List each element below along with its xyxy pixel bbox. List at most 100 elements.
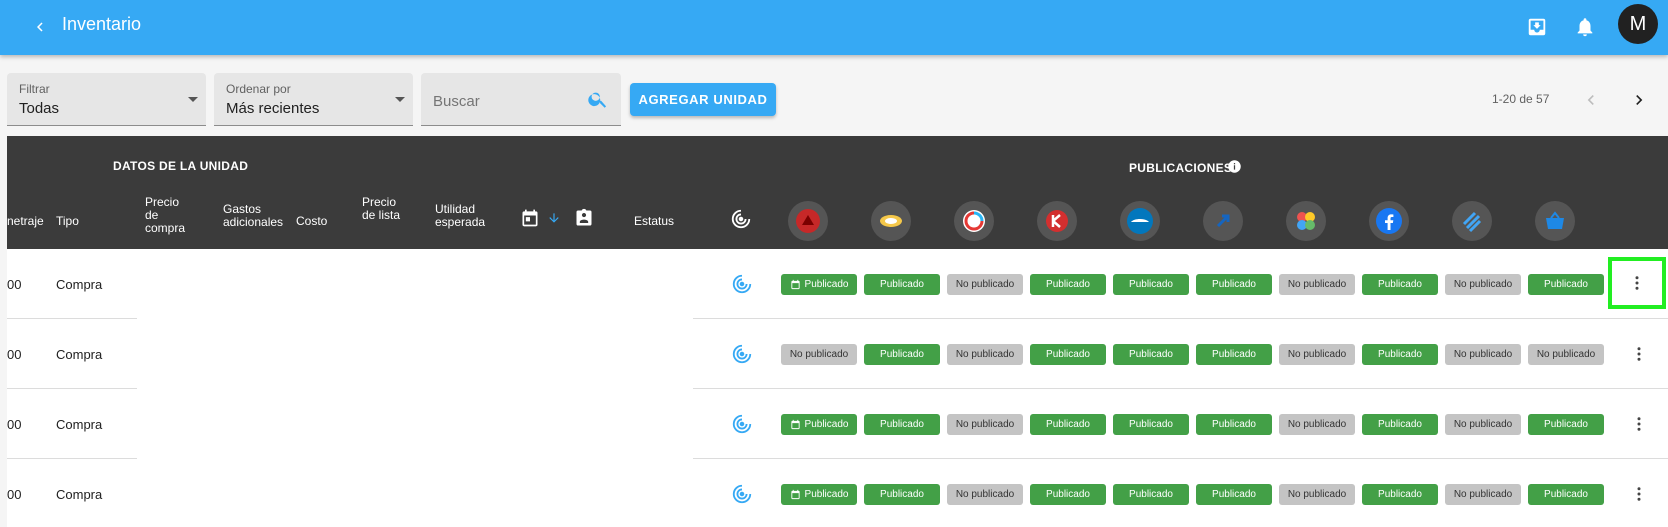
chip-label: Publicado — [1544, 419, 1588, 430]
publication-status-chip[interactable]: Publicado — [864, 274, 940, 295]
publication-status-chip[interactable]: Publicado — [1030, 414, 1106, 435]
publication-status-chip[interactable]: Publicado — [1113, 414, 1189, 435]
facebook-icon[interactable] — [1369, 201, 1409, 241]
publication-status-chip[interactable]: No publicado — [1445, 484, 1521, 505]
publication-status-chip[interactable]: Publicado — [864, 484, 940, 505]
publication-status-chip[interactable]: Publicado — [1030, 274, 1106, 295]
radar-icon[interactable] — [729, 341, 755, 367]
publication-status-chip[interactable]: Publicado — [781, 414, 857, 435]
publication-status-chip[interactable]: No publicado — [947, 344, 1023, 365]
column-cost[interactable]: Costo — [296, 215, 327, 228]
platform-5-icon[interactable] — [1120, 201, 1160, 241]
publication-status-chip[interactable]: Publicado — [1528, 414, 1604, 435]
platform-9-icon[interactable] — [1452, 201, 1492, 241]
publication-status-chip[interactable]: Publicado — [864, 414, 940, 435]
publication-status-chip[interactable]: Publicado — [1362, 414, 1438, 435]
column-type[interactable]: Tipo — [56, 215, 79, 228]
publication-status-chip[interactable]: No publicado — [947, 484, 1023, 505]
radar-icon[interactable] — [729, 271, 755, 297]
filter-select[interactable]: Filtrar Todas — [7, 73, 206, 126]
sort-select[interactable]: Ordenar por Más recientes — [214, 73, 413, 126]
publication-status-chip[interactable]: Publicado — [781, 274, 857, 295]
download-box-icon[interactable] — [1522, 12, 1552, 42]
publication-status-chip[interactable]: Publicado — [1362, 344, 1438, 365]
next-page-icon[interactable] — [1625, 86, 1653, 114]
platform-7-icon[interactable] — [1286, 201, 1326, 241]
column-list-price[interactable]: Precio de lista — [362, 196, 402, 222]
notification-bell-icon[interactable] — [1570, 12, 1600, 42]
chip-label: No publicado — [1536, 349, 1596, 360]
publication-status-chip[interactable]: No publicado — [947, 414, 1023, 435]
contact-card-icon[interactable] — [573, 207, 595, 229]
column-expected-profit[interactable]: Utilidad esperada — [435, 203, 491, 229]
chip-label: Publicado — [1378, 279, 1422, 290]
publication-status-chip[interactable]: No publicado — [1445, 344, 1521, 365]
more-options-icon[interactable] — [1608, 257, 1666, 309]
chip-label: Publicado — [1046, 349, 1090, 360]
chip-label: Publicado — [804, 489, 849, 500]
table-row[interactable]: 00 Compra Publicado Publicado No publicado Pu… — [7, 459, 1668, 527]
chip-label: No publicado — [1287, 419, 1347, 430]
column-purchase-price[interactable]: Precio de compra — [145, 196, 195, 235]
publication-status-chip[interactable]: No publicado — [781, 344, 857, 365]
publication-status-chip[interactable]: Publicado — [1196, 484, 1272, 505]
avatar[interactable]: M — [1618, 4, 1658, 44]
publication-status-chip[interactable]: Publicado — [1030, 344, 1106, 365]
back-arrow-icon[interactable] — [26, 13, 54, 41]
table-row[interactable]: 00 Compra Publicado Publicado No publicado Pu… — [7, 389, 1668, 459]
info-icon[interactable] — [1226, 158, 1242, 174]
publication-status-chip[interactable]: Publicado — [1196, 344, 1272, 365]
publication-status-chip[interactable]: No publicado — [1445, 274, 1521, 295]
publication-status-chip[interactable]: Publicado — [1362, 274, 1438, 295]
search-input[interactable] — [433, 89, 573, 113]
column-mileage[interactable]: netraje — [7, 215, 44, 228]
publication-status-chip[interactable]: Publicado — [864, 344, 940, 365]
publication-status-chip[interactable]: No publicado — [947, 274, 1023, 295]
publication-status-chip[interactable]: No publicado — [1279, 274, 1355, 295]
publication-status-chip[interactable]: Publicado — [1030, 484, 1106, 505]
publication-status-chip[interactable]: Publicado — [1528, 484, 1604, 505]
publication-status-chip[interactable]: Publicado — [1528, 274, 1604, 295]
radar-icon[interactable] — [729, 207, 753, 231]
table-row[interactable]: 00 Compra Publicado Publicado No publicado Pu… — [7, 249, 1668, 319]
prev-page-icon[interactable] — [1577, 86, 1605, 114]
table-row[interactable]: 00 Compra No publicado Publicado No publicad… — [7, 319, 1668, 389]
search-icon[interactable] — [584, 85, 612, 113]
platform-1-icon[interactable] — [788, 201, 828, 241]
publication-status-chip[interactable]: No publicado — [1445, 414, 1521, 435]
publication-status-chip[interactable]: Publicado — [1362, 484, 1438, 505]
publication-status-chip[interactable]: Publicado — [1113, 274, 1189, 295]
more-options-icon[interactable] — [1624, 479, 1654, 509]
publication-status-chip[interactable]: No publicado — [1279, 414, 1355, 435]
platform-2-icon[interactable] — [871, 201, 911, 241]
column-status[interactable]: Estatus — [634, 215, 674, 228]
platform-6-icon[interactable] — [1203, 201, 1243, 241]
cell-mileage: 00 — [7, 487, 22, 502]
radar-icon[interactable] — [729, 411, 755, 437]
dropdown-caret-icon — [395, 97, 405, 102]
publication-status-chip[interactable]: Publicado — [1196, 274, 1272, 295]
column-additional-expenses[interactable]: Gastos adicionales — [223, 203, 285, 229]
calendar-icon[interactable] — [519, 207, 541, 229]
more-options-icon[interactable] — [1624, 339, 1654, 369]
platform-10-icon[interactable] — [1535, 201, 1575, 241]
publication-status-chip[interactable]: Publicado — [1196, 414, 1272, 435]
platform-3-icon[interactable] — [954, 201, 994, 241]
more-options-icon[interactable] — [1624, 409, 1654, 439]
pagination-range: 1-20 de 57 — [1492, 92, 1550, 106]
sort-value: Más recientes — [226, 100, 320, 117]
publication-status-chip[interactable]: Publicado — [1113, 484, 1189, 505]
publication-status-chip[interactable]: No publicado — [1279, 484, 1355, 505]
publication-status-chip[interactable]: No publicado — [1528, 344, 1604, 365]
publication-status-chip[interactable]: No publicado — [1279, 344, 1355, 365]
add-unit-button[interactable]: AGREGAR UNIDAD — [630, 83, 776, 116]
chip-label: Publicado — [1129, 349, 1173, 360]
group-publications: PUBLICACIONES — [1129, 161, 1233, 175]
platform-4-icon[interactable] — [1037, 201, 1077, 241]
radar-icon[interactable] — [729, 481, 755, 507]
publication-status-chip[interactable]: Publicado — [781, 484, 857, 505]
filter-value: Todas — [19, 100, 60, 117]
chip-label: Publicado — [1378, 349, 1422, 360]
sort-arrow-down-icon[interactable] — [545, 209, 563, 227]
publication-status-chip[interactable]: Publicado — [1113, 344, 1189, 365]
